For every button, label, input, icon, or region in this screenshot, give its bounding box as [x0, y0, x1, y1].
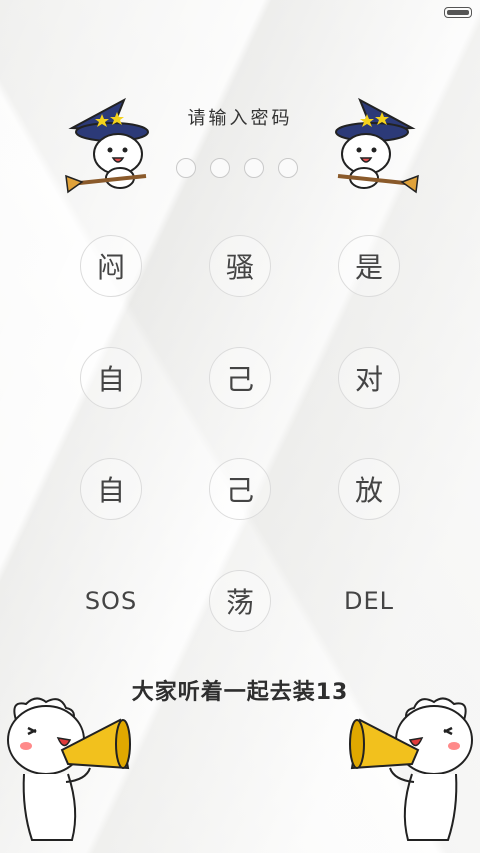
megaphone-mascot-right-icon: [349, 697, 473, 841]
key-3[interactable]: 是: [338, 235, 400, 297]
key-5[interactable]: 己: [209, 347, 271, 409]
key-8[interactable]: 己: [209, 458, 271, 520]
sos-button[interactable]: SOS: [80, 570, 142, 632]
pin-indicator: [176, 158, 298, 178]
battery-icon: [444, 7, 472, 18]
key-7[interactable]: 自: [80, 458, 142, 520]
key-9[interactable]: 放: [338, 458, 400, 520]
megaphone-mascot-left-icon: [7, 697, 131, 841]
pin-dot: [244, 158, 264, 178]
delete-button[interactable]: DEL: [338, 570, 400, 632]
key-2[interactable]: 骚: [209, 235, 271, 297]
pin-dot: [176, 158, 196, 178]
pin-dot: [278, 158, 298, 178]
key-4[interactable]: 自: [80, 347, 142, 409]
password-prompt: 请输入密码: [187, 108, 293, 129]
key-0[interactable]: 荡: [209, 570, 271, 632]
pin-dot: [210, 158, 230, 178]
key-6[interactable]: 对: [338, 347, 400, 409]
key-1[interactable]: 闷: [80, 235, 142, 297]
